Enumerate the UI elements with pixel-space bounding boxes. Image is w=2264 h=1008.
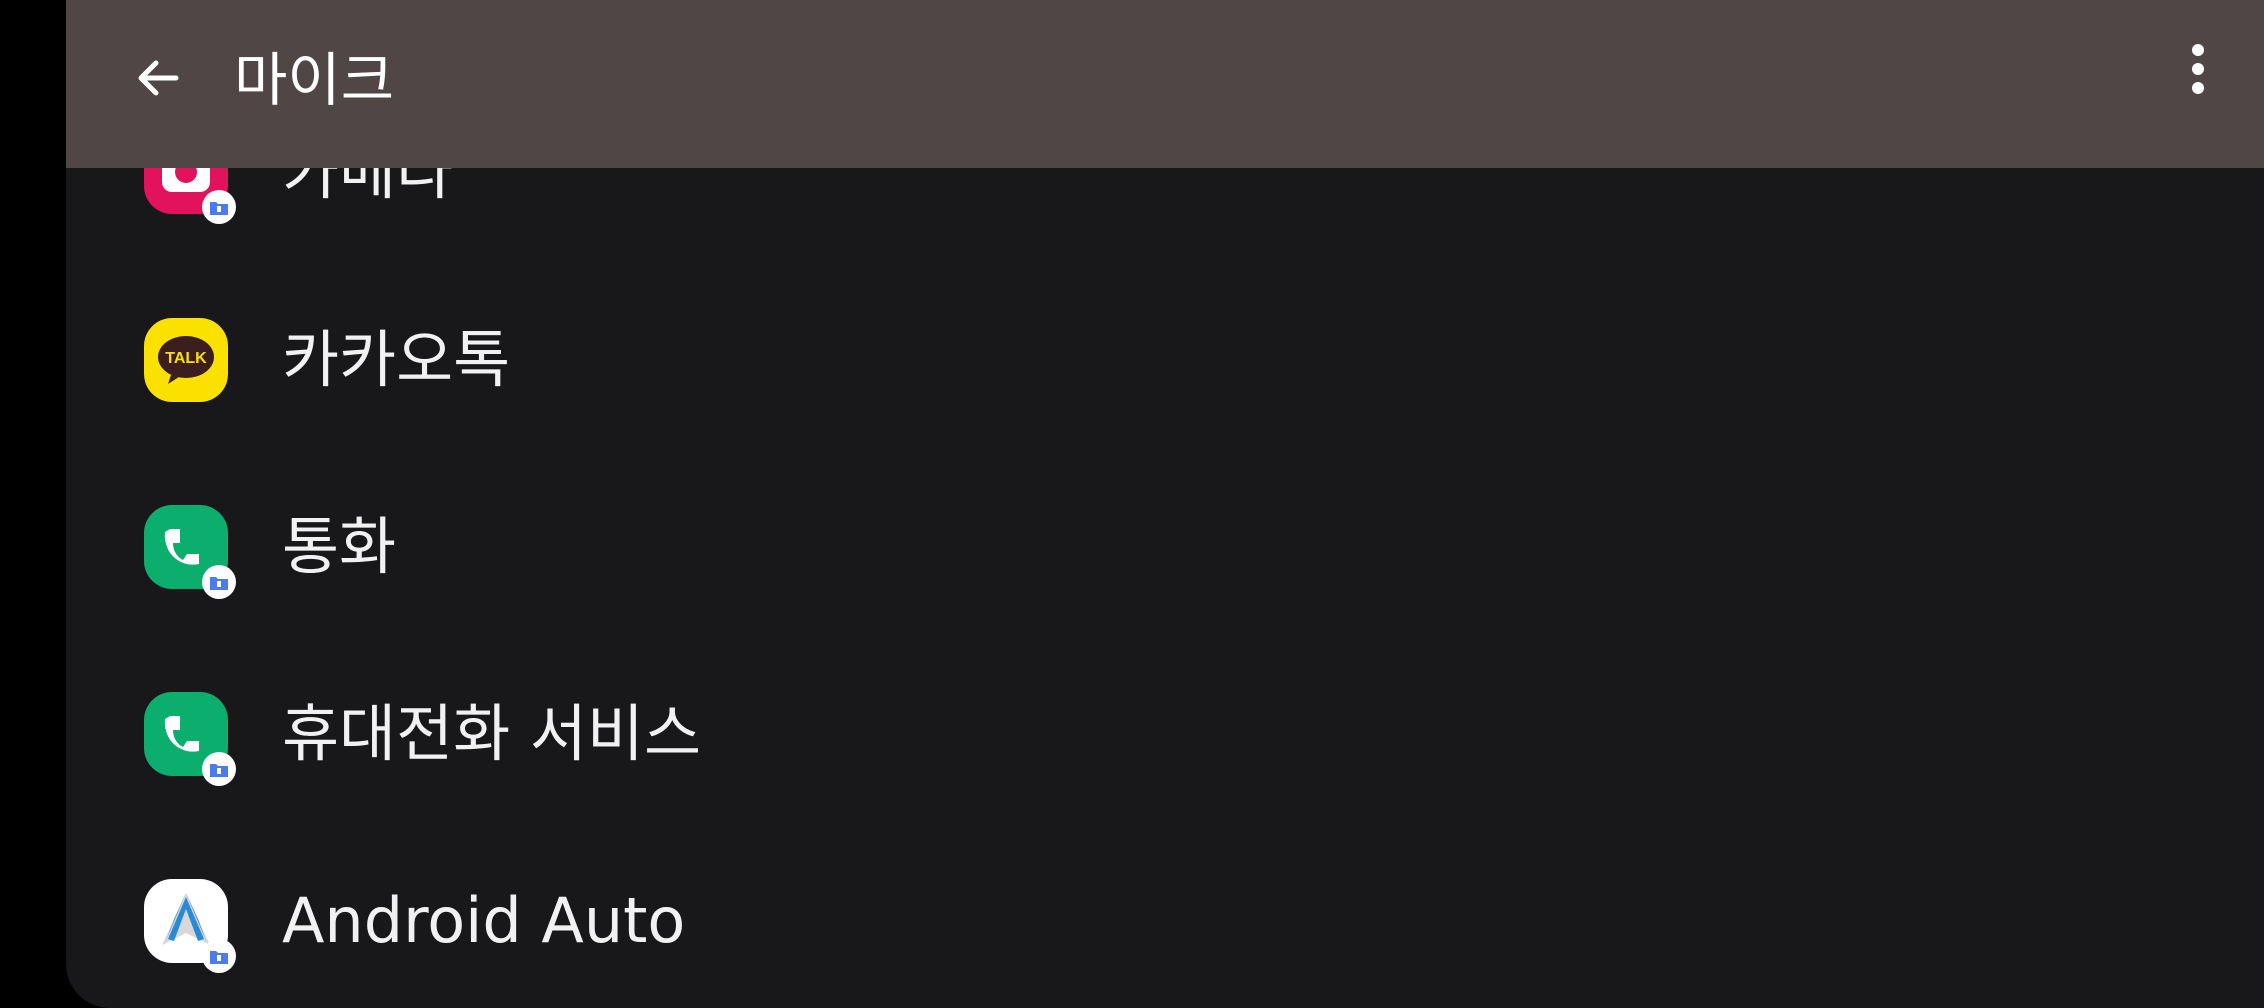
list-item-kakaotalk[interactable]: TALK 카카오톡 <box>66 266 2264 453</box>
arrow-back-icon <box>138 60 179 96</box>
work-profile-badge-icon <box>202 752 236 786</box>
back-button[interactable] <box>116 36 200 120</box>
list-item-phone-services[interactable]: 휴대전화 서비스 <box>66 640 2264 827</box>
app-label: 카카오톡 <box>282 323 511 396</box>
app-permission-screen: 카메라 TALK 카카오톡 통화 휴대전화 서비스 Android Auto 마… <box>66 0 2264 1008</box>
kakaotalk-app-icon: TALK <box>144 318 228 402</box>
list-item-android-auto[interactable]: Android Auto <box>66 827 2264 1008</box>
phone-services-app-icon <box>144 692 236 786</box>
work-profile-badge-icon <box>202 190 236 224</box>
list-item-phone[interactable]: 통화 <box>66 453 2264 640</box>
more-vert-icon <box>2192 44 2204 94</box>
app-label: Android Auto <box>282 884 686 957</box>
android-auto-app-icon <box>144 879 236 973</box>
app-label: 휴대전화 서비스 <box>282 697 701 770</box>
work-profile-badge-icon <box>202 939 236 973</box>
phone-app-icon <box>144 505 236 599</box>
more-options-button[interactable] <box>2162 36 2234 108</box>
app-label: 통화 <box>282 510 397 583</box>
talk-text: TALK <box>165 350 207 367</box>
work-profile-badge-icon <box>202 565 236 599</box>
page-title: 마이크 <box>234 46 395 114</box>
app-bar: 마이크 <box>66 0 2264 168</box>
